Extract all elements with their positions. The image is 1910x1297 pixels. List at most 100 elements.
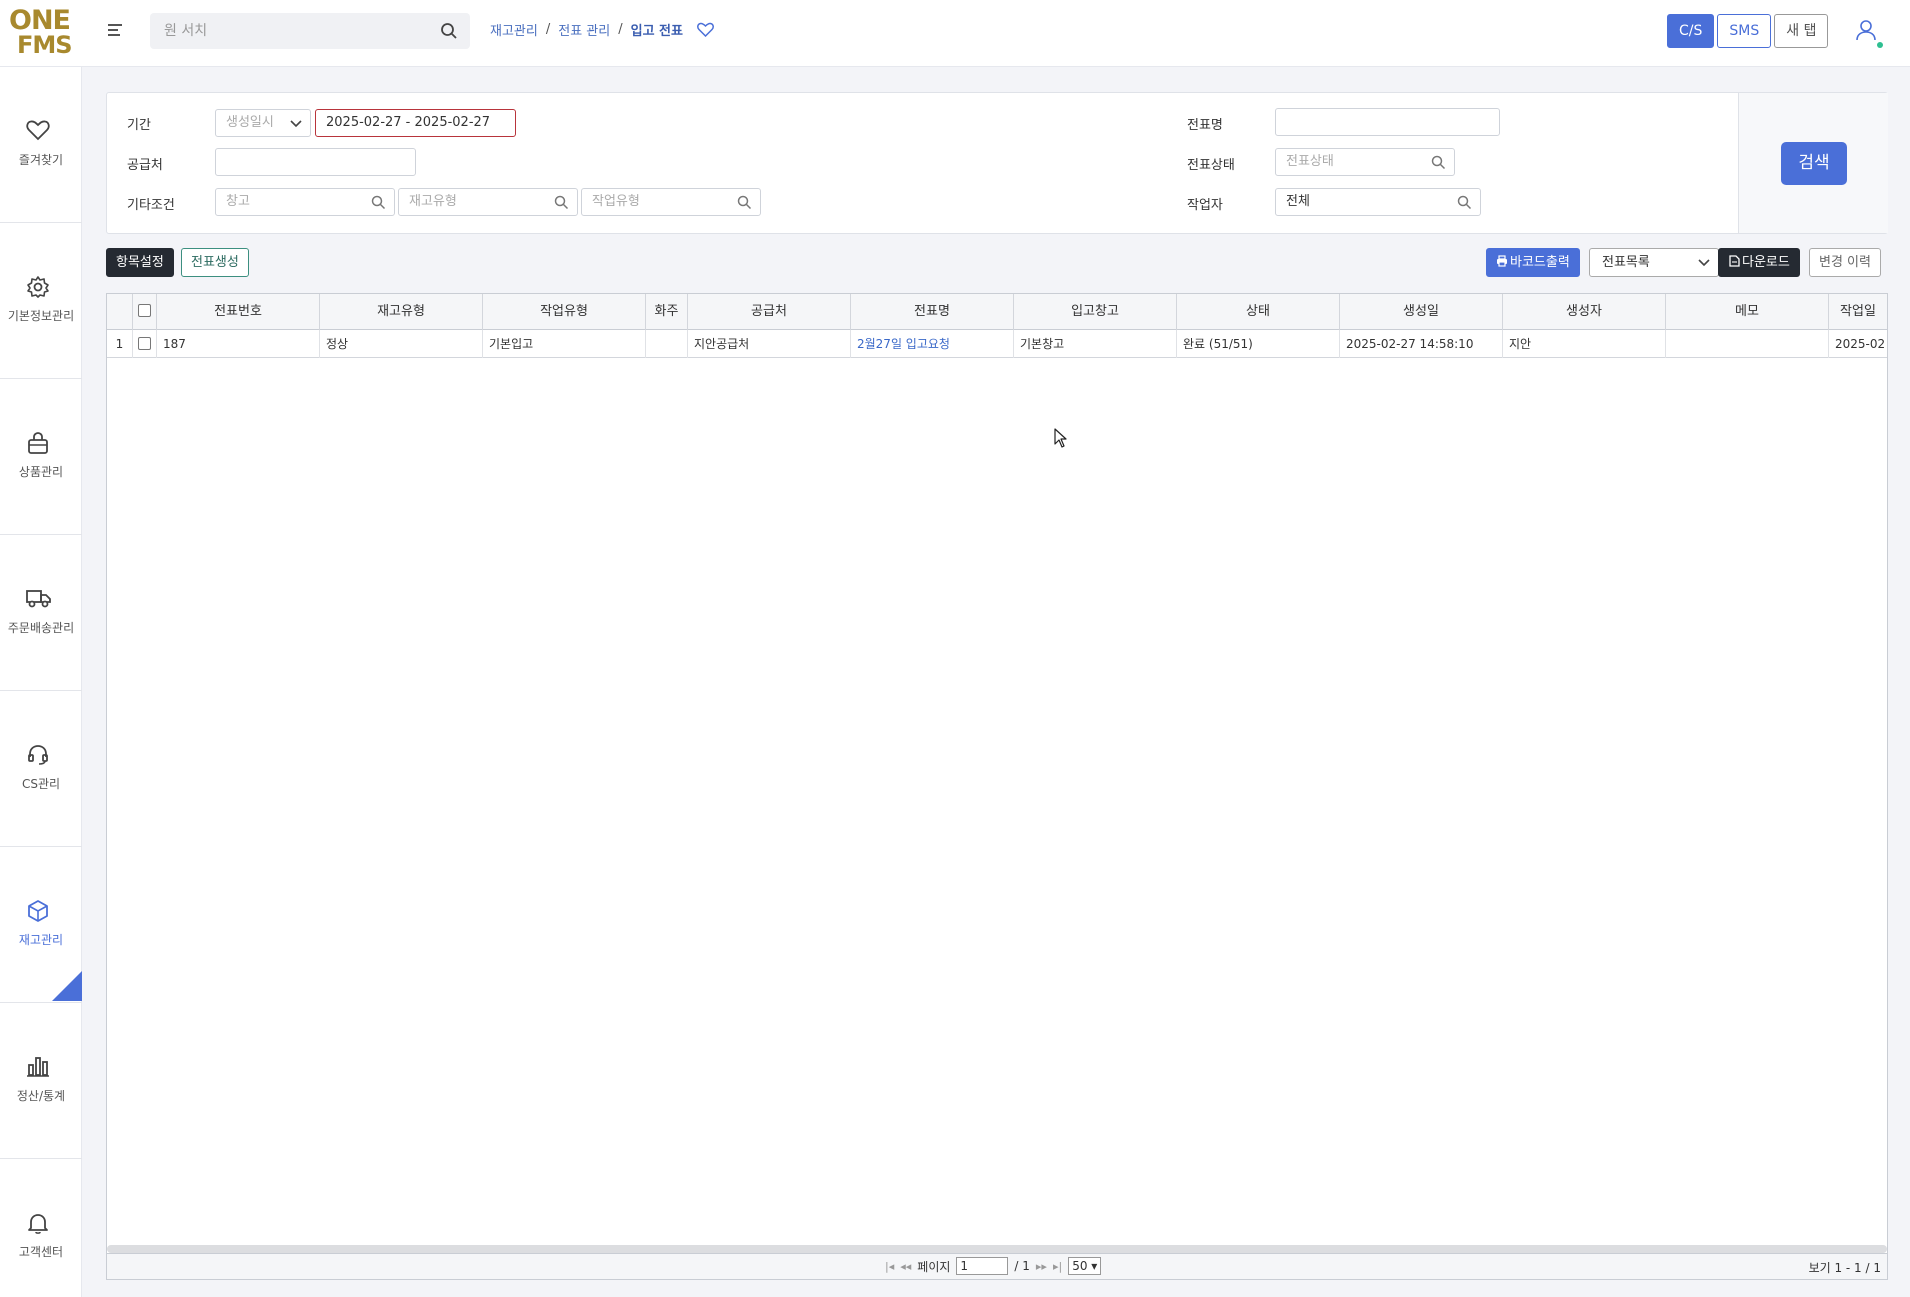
work-date-cell: 2025-02 (1835, 337, 1886, 351)
period-type-select[interactable]: 생성일시 (215, 109, 311, 137)
column-header[interactable]: 재고유형 (320, 294, 483, 330)
online-status-dot (1877, 42, 1883, 48)
cs-button[interactable]: C/S (1667, 14, 1715, 48)
column-header[interactable]: 메모 (1666, 294, 1829, 330)
create-slip-button[interactable]: 전표생성 (181, 248, 249, 277)
change-history-button[interactable]: 변경 이력 (1809, 248, 1881, 277)
sidebar-item-products[interactable]: 상품관리 (0, 379, 82, 535)
column-header[interactable]: 생성자 (1503, 294, 1666, 330)
search-icon[interactable] (440, 22, 458, 40)
barcode-print-label: 바코드출력 (1510, 255, 1570, 270)
page-size-select[interactable]: 50 ▾ (1068, 1257, 1102, 1275)
logo-line1: ONE (9, 5, 71, 36)
column-header[interactable]: 입고창고 (1014, 294, 1177, 330)
worker-input[interactable]: 전체 (1275, 188, 1481, 216)
slip-status-input[interactable]: 전표상태 (1275, 148, 1455, 176)
page-input[interactable]: 1 (956, 1257, 1009, 1275)
favorite-heart-icon[interactable] (697, 22, 714, 37)
list-select[interactable]: 전표목록 (1589, 248, 1719, 277)
search-icon[interactable] (1457, 195, 1472, 210)
download-label: 다운로드 (1742, 255, 1790, 270)
last-page-icon[interactable]: ▸| (1053, 1260, 1062, 1273)
select-all-checkbox[interactable] (138, 304, 151, 317)
truck-icon (26, 590, 51, 608)
search-icon[interactable] (737, 195, 752, 210)
slip-name-link[interactable]: 2월27일 입고요청 (851, 330, 1014, 358)
next-page-icon[interactable]: ▸▸ (1036, 1260, 1047, 1273)
column-header[interactable]: 작업유형 (483, 294, 646, 330)
breadcrumb-level2[interactable]: 전표 관리 (558, 20, 610, 39)
sidebar-item-settlement-stats[interactable]: 정산/통계 (0, 1003, 82, 1159)
sidebar-item-order-delivery[interactable]: 주문배송관리 (0, 535, 82, 691)
menu-search-input[interactable] (150, 13, 420, 49)
breadcrumb-current: 입고 전표 (630, 24, 683, 39)
search-icon[interactable] (371, 195, 386, 210)
status-cell: 완료 (51/51) (1177, 330, 1340, 358)
work-type-cell: 기본입고 (483, 330, 646, 358)
top-buttons: C/S SMS 새 탭 (1667, 14, 1829, 48)
select-all-header (133, 294, 157, 330)
sidebar-item-basic-info[interactable]: 기본정보관리 (0, 223, 82, 379)
stock-type-placeholder: 재고유형 (409, 194, 457, 209)
row-number: 1 (107, 330, 133, 358)
logo-line2: FMS (17, 31, 73, 59)
printer-icon (1497, 255, 1507, 267)
breadcrumb-sep: / (618, 22, 623, 37)
sidebar-item-label: 재고관리 (18, 933, 64, 947)
new-tab-button[interactable]: 새 탭 (1774, 14, 1829, 48)
work-type-input[interactable]: 작업유형 (581, 188, 761, 216)
slip-grid: 전표번호 재고유형 작업유형 화주 공급처 전표명 입고창고 상태 생성일 생성… (106, 293, 1888, 1280)
column-header[interactable]: 공급처 (688, 294, 851, 330)
column-settings-button[interactable]: 항목설정 (106, 248, 174, 277)
menu-search (150, 13, 470, 49)
sidebar-item-customer-center[interactable]: 고객센터 (0, 1159, 82, 1297)
breadcrumb-level1[interactable]: 재고관리 (490, 20, 538, 39)
horizontal-scrollbar[interactable] (107, 1245, 1887, 1253)
column-header[interactable]: 화주 (646, 294, 688, 330)
warehouse-input[interactable]: 창고 (215, 188, 395, 216)
prev-page-icon[interactable]: ◂◂ (900, 1260, 911, 1273)
row-number-header (107, 294, 133, 330)
stock-type-cell: 정상 (320, 330, 483, 358)
sidebar-item-label: 주문배송관리 (7, 621, 75, 635)
logo[interactable]: ONE FMS (9, 5, 73, 59)
user-icon[interactable] (1854, 18, 1878, 42)
search-icon[interactable] (1431, 155, 1446, 170)
hamburger-menu-icon[interactable] (108, 24, 122, 38)
owner-cell (646, 330, 688, 358)
pager: |◂ ◂◂ 페이지 1 / 1 ▸▸ ▸| 50 ▾ (885, 1257, 1102, 1275)
column-header[interactable]: 상태 (1177, 294, 1340, 330)
slip-name-label: 전표명 (1187, 118, 1223, 133)
column-header[interactable]: 작업일 (1829, 294, 1887, 330)
slip-status-label: 전표상태 (1187, 158, 1235, 173)
row-checkbox[interactable] (138, 337, 151, 350)
search-icon[interactable] (554, 195, 569, 210)
first-page-icon[interactable]: |◂ (885, 1260, 894, 1273)
page-label: 페이지 (917, 1259, 951, 1274)
sidebar-item-cs[interactable]: CS관리 (0, 691, 82, 847)
slip-name-input[interactable] (1275, 108, 1500, 136)
column-header[interactable]: 전표명 (851, 294, 1014, 330)
period-range-input[interactable]: 2025-02-27 - 2025-02-27 (315, 109, 516, 137)
stock-type-input[interactable]: 재고유형 (398, 188, 578, 216)
supplier-input[interactable] (215, 148, 416, 176)
view-info: 보기 1 - 1 / 1 (1808, 1261, 1881, 1275)
sms-button[interactable]: SMS (1717, 14, 1772, 48)
column-header[interactable]: 전표번호 (157, 294, 320, 330)
grid-footer: |◂ ◂◂ 페이지 1 / 1 ▸▸ ▸| 50 ▾ 보기 1 - 1 / 1 (107, 1253, 1887, 1279)
sidebar-item-label: 상품관리 (18, 465, 64, 479)
barcode-print-button[interactable]: 바코드출력 (1486, 248, 1580, 277)
chevron-down-icon (1698, 259, 1710, 267)
sidebar-item-favorites[interactable]: 즐겨찾기 (0, 67, 82, 223)
creator-cell: 지안 (1503, 330, 1666, 358)
download-button[interactable]: 다운로드 (1718, 248, 1800, 277)
bell-icon (28, 1214, 48, 1234)
page-size-value: 50 (1072, 1259, 1088, 1273)
table-row[interactable]: 1 187 정상 기본입고 지안공급처 2월27일 입고요청 기본창고 완료 (… (107, 330, 1887, 358)
search-button[interactable]: 검색 (1781, 142, 1847, 185)
period-label: 기간 (127, 118, 151, 133)
bar-chart-icon (27, 1057, 49, 1077)
slip-status-placeholder: 전표상태 (1286, 154, 1334, 169)
column-header[interactable]: 생성일 (1340, 294, 1503, 330)
mouse-cursor-icon (1054, 428, 1067, 448)
